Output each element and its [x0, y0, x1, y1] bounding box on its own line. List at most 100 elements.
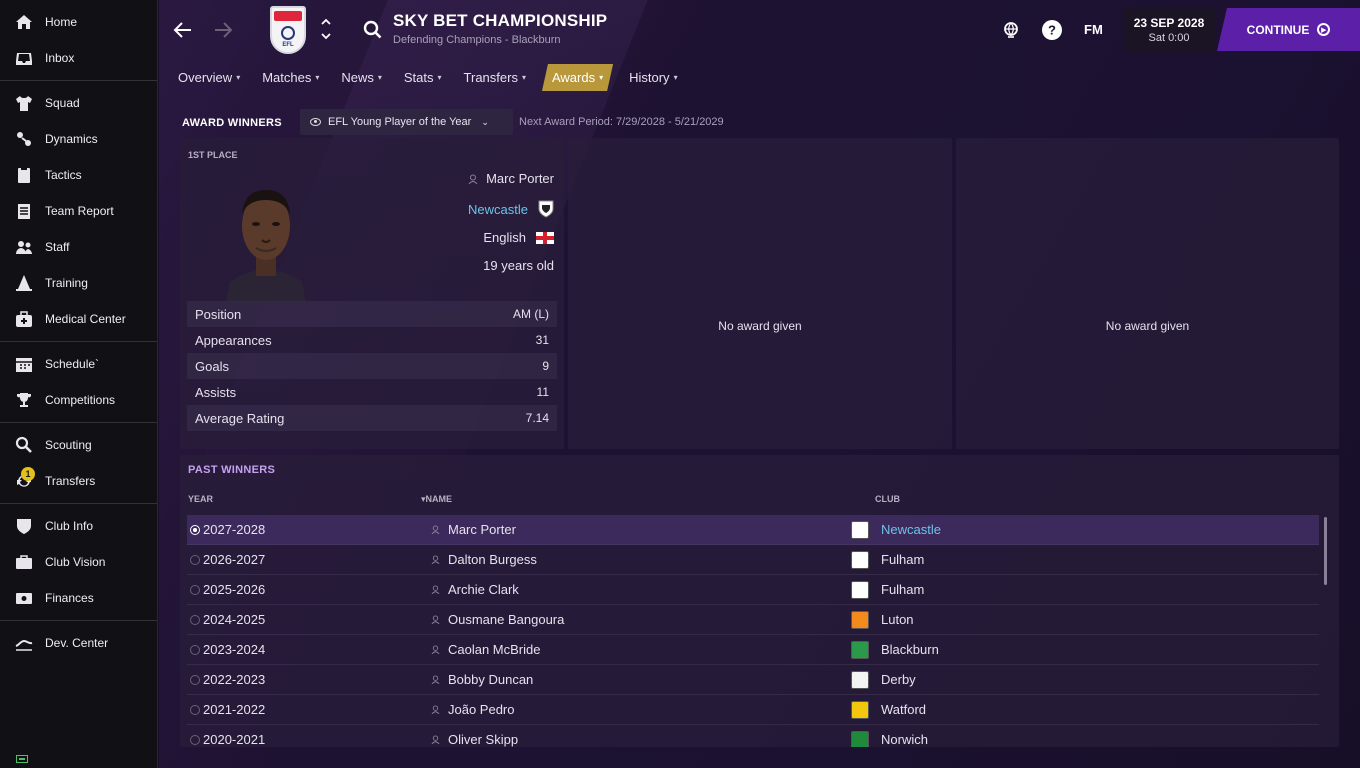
fm-menu-button[interactable]: FM [1084, 22, 1103, 37]
sidebar-item-label: Staff [45, 240, 70, 254]
tab-overview[interactable]: Overview ▾ [172, 64, 246, 91]
sidebar-item-squad[interactable]: Squad [0, 85, 157, 121]
back-arrow-icon[interactable] [171, 18, 195, 42]
table-row[interactable]: 2022-2023 Bobby Duncan Derby [187, 665, 1319, 695]
tab-news[interactable]: News ▾ [335, 64, 388, 91]
sidebar-group: Squad Dynamics Tactics Team Report Staff Trai… [0, 81, 157, 342]
sidebar-item-dynamics[interactable]: Dynamics [0, 121, 157, 157]
stat-row: Appearances 31 [187, 327, 557, 353]
name-cell[interactable]: Archie Clark [431, 582, 851, 597]
club-name: Newcastle [881, 522, 941, 537]
sidebar-item-club-vision[interactable]: Club Vision [0, 544, 157, 580]
second-place-panel: No award given [568, 138, 952, 449]
name-cell[interactable]: Bobby Duncan [431, 672, 851, 687]
sidebar-item-training[interactable]: Training [0, 265, 157, 301]
row-radio[interactable] [190, 614, 200, 625]
award-selector-dropdown[interactable]: EFL Young Player of the Year ⌄ [300, 109, 513, 135]
tab-history[interactable]: History ▾ [623, 64, 683, 91]
help-icon[interactable]: ? [1041, 19, 1063, 41]
forward-arrow-icon[interactable] [211, 18, 235, 42]
first-place-label: 1ST PLACE [188, 150, 238, 160]
club-cell[interactable]: Fulham [851, 550, 924, 569]
globe-icon[interactable] [1000, 19, 1022, 41]
club-cell[interactable]: Norwich [851, 730, 928, 747]
table-row[interactable]: 2027-2028 Marc Porter Newcastle [187, 515, 1319, 545]
table-row[interactable]: 2023-2024 Caolan McBride Blackburn [187, 635, 1319, 665]
table-row[interactable]: 2020-2021 Oliver Skipp Norwich [187, 725, 1319, 747]
continue-label: CONTINUE [1246, 22, 1310, 37]
name-cell[interactable]: Oliver Skipp [431, 732, 851, 747]
club-cell[interactable]: Blackburn [851, 640, 939, 659]
past-winners-list: 2027-2028 Marc Porter Newcastle 2026-2027 Da… [187, 515, 1319, 747]
continue-button[interactable]: CONTINUE ▶ [1217, 8, 1360, 51]
club-cell[interactable]: Newcastle [851, 520, 941, 539]
sidebar-item-dev-center[interactable]: Dev. Center [0, 625, 157, 661]
sidebar-item-transfers[interactable]: Transfers 1 [0, 463, 157, 499]
club-cell[interactable]: Watford [851, 700, 926, 719]
eye-icon [310, 118, 321, 126]
sidebar-item-tactics[interactable]: Tactics [0, 157, 157, 193]
competition-switcher-icon[interactable] [319, 14, 333, 44]
chevron-down-icon: ▾ [377, 73, 382, 82]
tab-label: News [341, 70, 374, 85]
sidebar-item-schedule[interactable]: Schedule` [0, 346, 157, 382]
tab-matches[interactable]: Matches ▾ [256, 64, 325, 91]
competition-logo[interactable]: EFL [270, 6, 306, 54]
row-radio[interactable] [190, 704, 200, 715]
tab-awards[interactable]: Awards ▾ [542, 64, 613, 91]
name-cell[interactable]: Caolan McBride [431, 642, 851, 657]
club-cell[interactable]: Fulham [851, 580, 924, 599]
table-row[interactable]: 2026-2027 Dalton Burgess Fulham [187, 545, 1319, 575]
name-cell[interactable]: João Pedro [431, 702, 851, 717]
club-cell[interactable]: Derby [851, 670, 916, 689]
money-icon [14, 588, 34, 608]
table-row[interactable]: 2021-2022 João Pedro Watford [187, 695, 1319, 725]
chevron-down-icon: ▾ [236, 73, 241, 82]
current-time: Sat 0:00 [1148, 32, 1190, 44]
scrollbar[interactable] [1324, 517, 1327, 585]
table-row[interactable]: 2025-2026 Archie Clark Fulham [187, 575, 1319, 605]
table-row[interactable]: 2024-2025 Ousmane Bangoura Luton [187, 605, 1319, 635]
row-radio[interactable] [190, 674, 200, 685]
player-portrait[interactable] [226, 174, 306, 302]
sidebar-item-inbox[interactable]: Inbox [0, 40, 157, 76]
sidebar-item-club-info[interactable]: Club Info [0, 508, 157, 544]
stat-label: Assists [195, 384, 237, 400]
sidebar-item-home[interactable]: Home [0, 4, 157, 40]
row-radio[interactable] [190, 554, 200, 565]
status-icon[interactable] [16, 750, 28, 763]
name-cell[interactable]: Ousmane Bangoura [431, 612, 851, 627]
row-radio[interactable] [190, 584, 200, 595]
sidebar-item-label: Scouting [45, 438, 92, 452]
search-icon[interactable] [362, 19, 384, 41]
player-club-line[interactable]: Newcastle [468, 200, 554, 218]
column-header-name[interactable]: ▾NAME [421, 494, 452, 505]
row-radio[interactable] [190, 644, 200, 655]
club-cell[interactable]: Luton [851, 610, 914, 629]
sidebar-item-staff[interactable]: Staff [0, 229, 157, 265]
award-selector-label: EFL Young Player of the Year [328, 116, 472, 128]
player-club-link[interactable]: Newcastle [468, 202, 528, 217]
tab-transfers[interactable]: Transfers ▾ [458, 64, 532, 91]
sidebar-item-medical-center[interactable]: Medical Center [0, 301, 157, 337]
name-cell[interactable]: Dalton Burgess [431, 552, 851, 567]
row-radio[interactable] [190, 524, 200, 535]
player-name-line[interactable]: Marc Porter [468, 171, 554, 186]
sidebar-item-finances[interactable]: Finances [0, 580, 157, 616]
sidebar-item-competitions[interactable]: Competitions [0, 382, 157, 418]
watford-badge-icon [851, 700, 869, 719]
row-radio[interactable] [190, 734, 200, 745]
column-header-year[interactable]: YEAR [188, 494, 213, 504]
sidebar-item-label: Schedule` [45, 357, 100, 371]
year-cell: 2022-2023 [203, 672, 266, 687]
column-header-club[interactable]: CLUB [875, 494, 900, 504]
tab-stats[interactable]: Stats ▾ [398, 64, 448, 91]
sidebar-item-scouting[interactable]: Scouting [0, 427, 157, 463]
year-cell: 2024-2025 [203, 612, 266, 627]
chevron-down-icon: ▾ [673, 73, 678, 82]
tab-label: Matches [262, 70, 312, 85]
name-cell[interactable]: Marc Porter [431, 522, 851, 537]
player-name: Bobby Duncan [448, 672, 534, 687]
sidebar-item-team-report[interactable]: Team Report [0, 193, 157, 229]
chevron-down-icon: ▾ [315, 73, 320, 82]
